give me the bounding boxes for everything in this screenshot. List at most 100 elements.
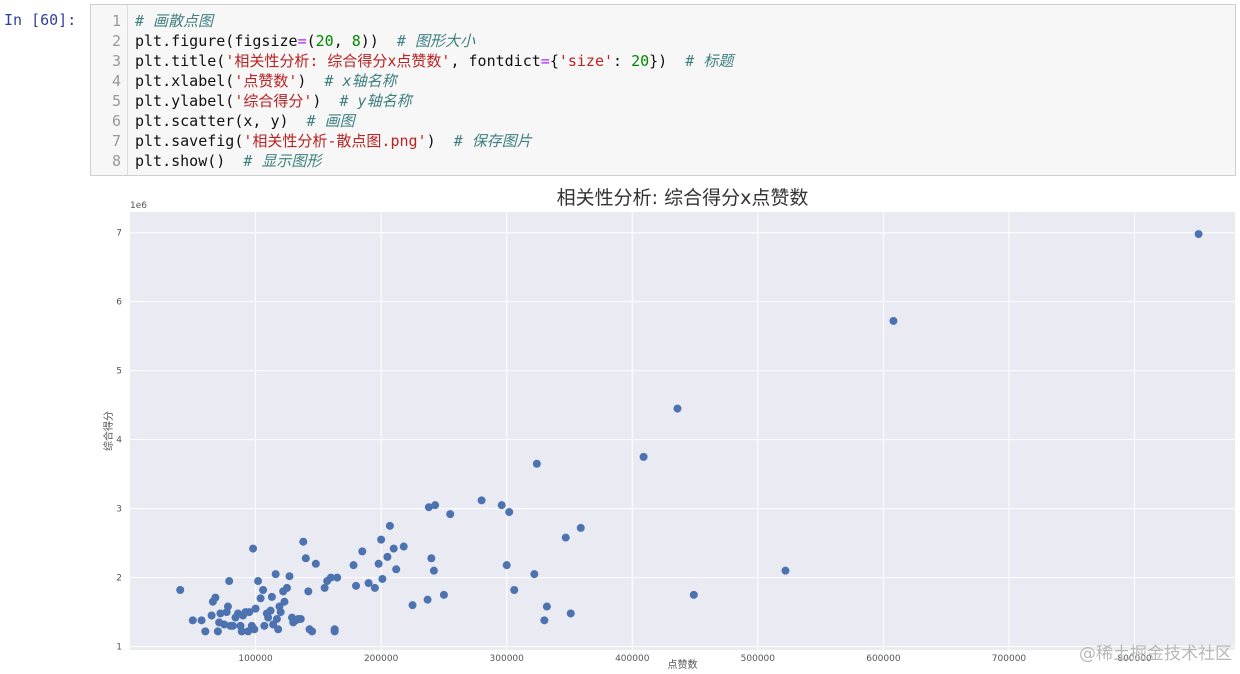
scatter-point xyxy=(1194,230,1203,239)
scatter-point xyxy=(392,565,401,574)
y-offset-label: 1e6 xyxy=(130,201,147,211)
y-tick-label: 2 xyxy=(116,574,122,584)
scatter-point xyxy=(389,544,398,553)
code-token: )) xyxy=(360,32,397,50)
code-token: { xyxy=(549,52,559,70)
scatter-point xyxy=(267,592,276,601)
code-token: # 画散点图 xyxy=(135,12,214,30)
cell-prompt: In [60]: xyxy=(4,11,77,29)
code-token: , xyxy=(333,32,352,50)
code-token: : xyxy=(613,52,632,70)
scatter-point xyxy=(889,316,898,325)
scatter-point xyxy=(477,496,486,505)
code-token: # 图形大小 xyxy=(396,32,475,50)
plot-background xyxy=(130,212,1235,650)
scatter-point xyxy=(285,572,294,581)
code-token: ) xyxy=(426,132,454,150)
code-token: # 标题 xyxy=(685,52,734,70)
line-number: 7 xyxy=(111,132,121,150)
scatter-point xyxy=(188,616,197,625)
code-text: plt.figure(figsize=(20, 8)) # 图形大小 xyxy=(135,31,475,51)
code-token: ) xyxy=(297,72,325,90)
code-token: # 画图 xyxy=(306,112,355,130)
x-tick-label: 200000 xyxy=(364,654,399,664)
line-number: 4 xyxy=(111,72,121,90)
scatter-point xyxy=(264,613,273,622)
scatter-point xyxy=(259,585,268,594)
code-token: plt.show() xyxy=(135,152,244,170)
scatter-point xyxy=(385,521,394,530)
y-tick-label: 7 xyxy=(116,229,122,239)
code-token: plt.xlabel( xyxy=(135,72,235,90)
scatter-point xyxy=(197,616,206,625)
y-tick-label: 4 xyxy=(116,436,122,446)
scatter-point xyxy=(423,595,432,604)
x-axis-label: 点赞数 xyxy=(668,658,698,670)
scatter-point xyxy=(308,627,317,636)
code-token: = xyxy=(297,32,307,50)
scatter-point xyxy=(429,566,438,575)
scatter-point xyxy=(530,570,539,579)
scatter-point xyxy=(280,597,289,606)
scatter-point xyxy=(378,574,387,583)
scatter-point xyxy=(250,625,259,634)
code-token: '综合得分' xyxy=(234,92,313,110)
code-token: 8 xyxy=(351,32,361,50)
line-number: 1 xyxy=(111,12,121,30)
scatter-point xyxy=(256,594,265,603)
scatter-point xyxy=(271,570,280,579)
line-number: 6 xyxy=(111,112,121,130)
scatter-point xyxy=(213,627,222,636)
scatter-point xyxy=(540,616,549,625)
code-token: , fontdict xyxy=(450,52,541,70)
scatter-point xyxy=(505,508,514,517)
scatter-point xyxy=(370,583,379,592)
code-token: plt.title( xyxy=(135,52,226,70)
scatter-point xyxy=(364,579,373,588)
code-token: '相关性分析-散点图.png' xyxy=(243,132,427,150)
x-tick-label: 600000 xyxy=(866,654,901,664)
code-token: ) xyxy=(312,92,340,110)
code-text: plt.ylabel('综合得分') # y轴名称 xyxy=(135,91,412,111)
scatter-point xyxy=(446,510,455,519)
code-token: # x轴名称 xyxy=(324,72,397,90)
scatter-point xyxy=(274,625,283,634)
scatter-point xyxy=(374,559,383,568)
scatter-point xyxy=(254,577,263,586)
scatter-point xyxy=(349,561,358,570)
code-text: plt.show() # 显示图形 xyxy=(135,151,321,171)
line-number: 8 xyxy=(111,152,121,170)
code-cell[interactable]: 1 # 画散点图 2 plt.figure(figsize=(20, 8)) # 图形… xyxy=(90,4,1236,176)
scatter-point xyxy=(207,611,216,620)
x-tick-label: 500000 xyxy=(741,654,776,664)
scatter-point xyxy=(333,573,342,582)
scatter-point xyxy=(201,627,210,636)
scatter-point xyxy=(689,590,698,599)
scatter-point xyxy=(639,452,648,461)
code-token: ( xyxy=(306,32,316,50)
scatter-point xyxy=(408,601,417,610)
scatter-chart-svg: 100000 200000 300000 400000 500000 600000 7000… xyxy=(102,187,1235,671)
scatter-point xyxy=(330,627,339,636)
code-token: = xyxy=(540,52,550,70)
x-tick-label: 300000 xyxy=(490,654,525,664)
y-tick-label: 5 xyxy=(116,367,122,377)
scatter-point xyxy=(399,542,408,551)
scatter-point xyxy=(673,404,682,413)
watermark: @稀土掘金技术社区 xyxy=(1079,644,1232,664)
code-token: 20 xyxy=(315,32,334,50)
x-tick-label: 400000 xyxy=(615,654,650,664)
code-token: plt.scatter(x, y) xyxy=(135,112,307,130)
code-text: plt.xlabel('点赞数') # x轴名称 xyxy=(135,71,397,91)
scatter-point xyxy=(320,583,329,592)
code-token: plt.savefig( xyxy=(135,132,244,150)
scatter-point xyxy=(223,602,232,611)
scatter-point xyxy=(431,501,440,510)
code-text: plt.scatter(x, y) # 画图 xyxy=(135,111,355,131)
y-tick-label: 6 xyxy=(116,298,122,308)
scatter-chart-output: 100000 200000 300000 400000 500000 600000 7000… xyxy=(0,176,1240,671)
x-tick-label: 700000 xyxy=(992,654,1027,664)
code-token: plt.figure(figsize xyxy=(135,32,298,50)
code-token: }) xyxy=(649,52,686,70)
chart-title: 相关性分析: 综合得分x点赞数 xyxy=(557,187,809,209)
